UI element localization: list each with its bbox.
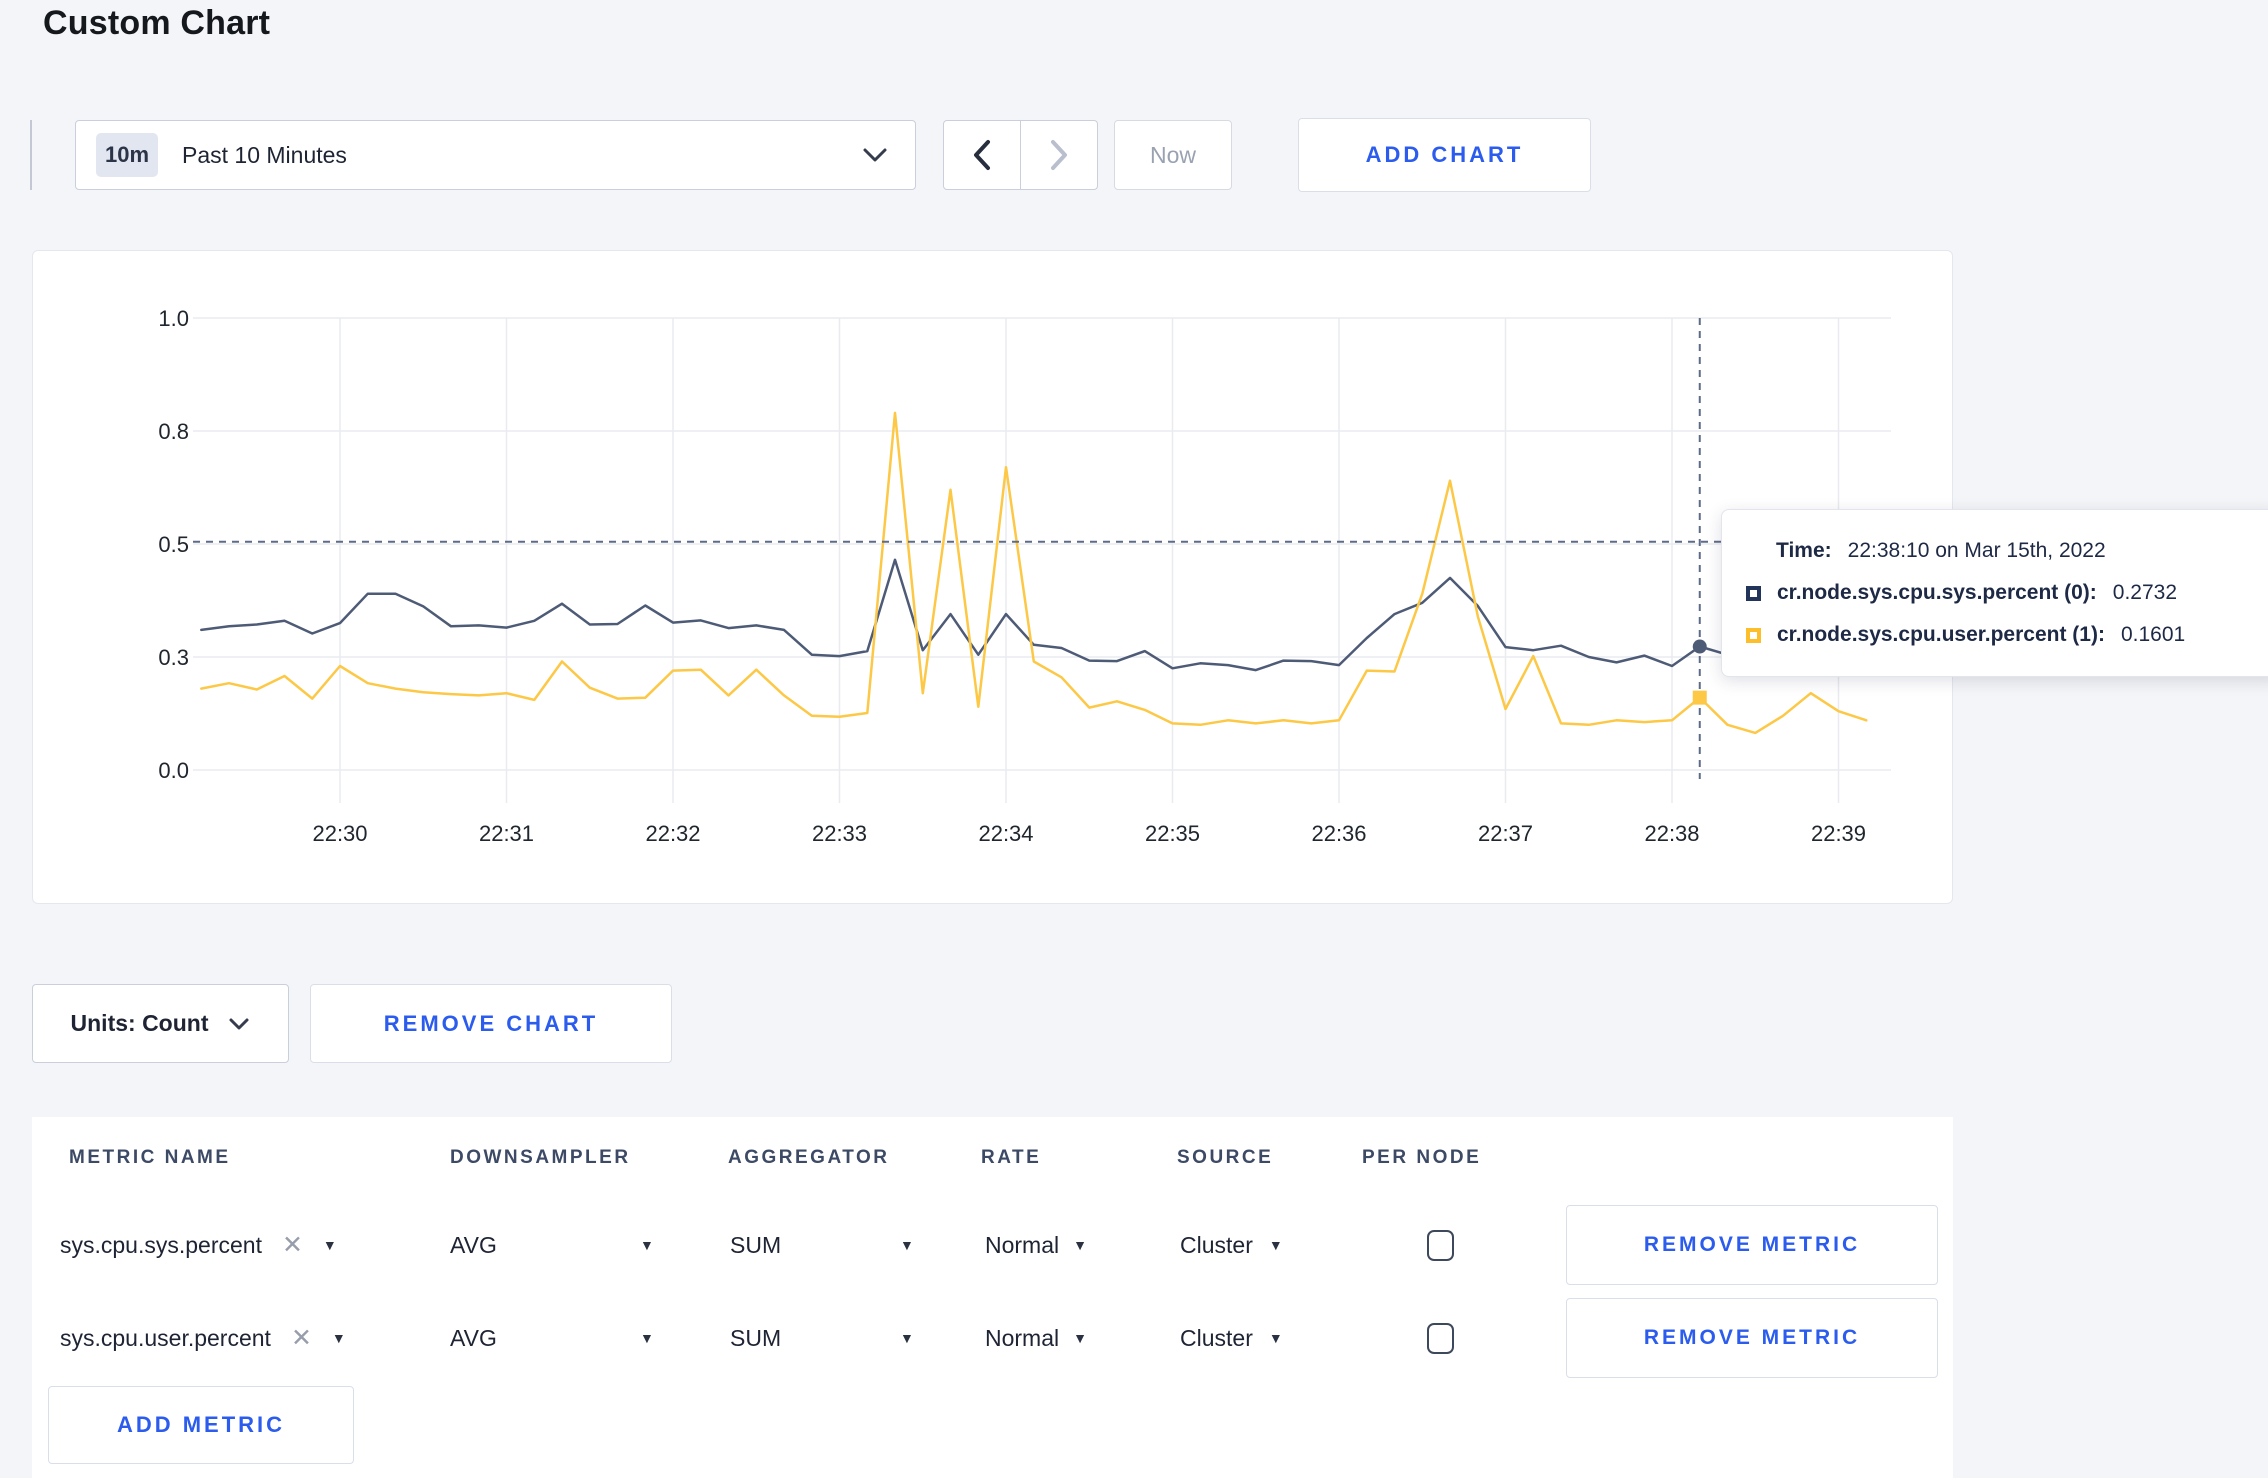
tooltip-series-row: cr.node.sys.cpu.user.percent (1): 0.1601 bbox=[1746, 614, 2268, 656]
x-axis-label: 22:33 bbox=[812, 821, 867, 846]
tooltip-time-value: 22:38:10 on Mar 15th, 2022 bbox=[1847, 539, 2106, 562]
chevron-down-icon bbox=[229, 1018, 249, 1029]
aggregator-dropdown[interactable]: ▼ bbox=[900, 1293, 914, 1383]
tooltip-series-value: 0.1601 bbox=[2120, 623, 2186, 646]
y-axis-label: 0.5 bbox=[158, 532, 189, 557]
source-value: Cluster bbox=[1180, 1324, 1253, 1351]
x-axis-label: 22:36 bbox=[1311, 821, 1366, 846]
rate-dropdown[interactable]: Normal ▼ bbox=[985, 1200, 1087, 1290]
page-title: Custom Chart bbox=[43, 4, 271, 42]
aggregator-value: SUM bbox=[730, 1324, 782, 1351]
caret-down-icon: ▼ bbox=[1268, 1237, 1283, 1253]
x-axis-label: 22:37 bbox=[1478, 821, 1533, 846]
rate-value: Normal bbox=[985, 1324, 1060, 1351]
aggregator-dropdown[interactable]: ▼ bbox=[900, 1200, 914, 1290]
metric-name-value: sys.cpu.sys.percent bbox=[60, 1231, 262, 1258]
metric-name-dropdown[interactable]: sys.cpu.user.percent ✕ ▼ bbox=[60, 1293, 346, 1383]
add-chart-button[interactable]: ADD CHART bbox=[1298, 118, 1591, 192]
y-axis-label: 0.3 bbox=[158, 645, 189, 670]
chart-card: 0.0 0.3 0.5 0.8 1.0 22:30 22:31 22:32 22:33 22:34… bbox=[32, 250, 1953, 904]
units-label: Units: Count bbox=[70, 1010, 209, 1036]
caret-down-icon: ▼ bbox=[331, 1330, 346, 1346]
metric-name-value: sys.cpu.user.percent bbox=[60, 1324, 271, 1351]
source-dropdown[interactable]: Cluster ▼ bbox=[1180, 1293, 1283, 1383]
x-axis-label: 22:32 bbox=[645, 821, 700, 846]
remove-metric-button[interactable]: REMOVE METRIC bbox=[1566, 1205, 1938, 1285]
time-window-badge: 10m bbox=[96, 133, 158, 177]
tooltip-series-name: cr.node.sys.cpu.user.percent (1): bbox=[1777, 623, 2105, 646]
sys-series-swatch-icon bbox=[1746, 585, 1761, 601]
col-header-source: SOURCE bbox=[1177, 1147, 1274, 1168]
caret-down-icon: ▼ bbox=[322, 1237, 337, 1253]
per-node-checkbox[interactable] bbox=[1427, 1322, 1454, 1354]
downsampler-dropdown[interactable]: ▼ bbox=[640, 1293, 654, 1383]
tooltip-time-label: Time: bbox=[1776, 539, 1832, 562]
tooltip-series-value: 0.2732 bbox=[2112, 581, 2178, 604]
remove-metric-button[interactable]: REMOVE METRIC bbox=[1566, 1298, 1938, 1378]
downsampler-dropdown[interactable]: ▼ bbox=[640, 1200, 654, 1290]
tooltip-series-row: cr.node.sys.cpu.sys.percent (0): 0.2732 bbox=[1746, 572, 2268, 614]
toolbar-left-divider bbox=[30, 120, 32, 190]
col-header-downsampler: DOWNSAMPLER bbox=[450, 1147, 631, 1168]
x-axis-label: 22:39 bbox=[1811, 821, 1866, 846]
time-window-dropdown[interactable]: 10m Past 10 Minutes bbox=[75, 120, 916, 190]
y-axis-label: 0.8 bbox=[158, 419, 189, 444]
x-axis-label: 22:38 bbox=[1644, 821, 1699, 846]
x-axis-label: 22:34 bbox=[978, 821, 1033, 846]
chevron-left-icon bbox=[974, 140, 990, 170]
col-header-rate: RATE bbox=[981, 1147, 1042, 1168]
col-header-aggregator: AGGREGATOR bbox=[728, 1147, 890, 1168]
metric-row: sys.cpu.sys.percent ✕ ▼ AVG ▼ SUM ▼ Norm… bbox=[32, 1200, 1953, 1290]
col-header-per-node: PER NODE bbox=[1362, 1147, 1482, 1168]
chevron-down-icon bbox=[863, 148, 887, 162]
y-axis-label: 0.0 bbox=[158, 758, 189, 783]
tooltip-series-name: cr.node.sys.cpu.sys.percent (0): bbox=[1777, 581, 2097, 604]
time-forward-button[interactable] bbox=[1021, 121, 1097, 189]
hover-marker-circle bbox=[1692, 639, 1707, 654]
series-line-1 bbox=[200, 411, 1868, 735]
time-window-label: Past 10 Minutes bbox=[182, 141, 347, 168]
chevron-right-icon bbox=[1051, 140, 1067, 170]
aggregator-value: SUM bbox=[730, 1231, 782, 1258]
x-axis-label: 22:35 bbox=[1145, 821, 1200, 846]
downsampler-value: AVG bbox=[450, 1324, 497, 1351]
time-back-button[interactable] bbox=[944, 121, 1021, 189]
x-axis-label: 22:30 bbox=[312, 821, 367, 846]
caret-down-icon: ▼ bbox=[1073, 1330, 1087, 1346]
add-metric-button[interactable]: ADD METRIC bbox=[48, 1386, 354, 1464]
y-axis-label: 1.0 bbox=[158, 306, 189, 331]
metric-name-dropdown[interactable]: sys.cpu.sys.percent ✕ ▼ bbox=[60, 1200, 337, 1290]
caret-down-icon: ▼ bbox=[1268, 1330, 1283, 1346]
timeseries-chart[interactable]: 0.0 0.3 0.5 0.8 1.0 22:30 22:31 22:32 22:33 22:34… bbox=[33, 251, 1954, 905]
remove-chart-button[interactable]: REMOVE CHART bbox=[310, 984, 672, 1063]
per-node-checkbox[interactable] bbox=[1427, 1229, 1454, 1261]
units-dropdown[interactable]: Units: Count bbox=[32, 984, 289, 1063]
custom-chart-page: Custom Chart 10m Past 10 Minutes Now ADD… bbox=[0, 0, 2268, 1478]
per-node-cell bbox=[1427, 1293, 1454, 1383]
clear-metric-icon[interactable]: ✕ bbox=[282, 1232, 303, 1258]
tooltip-time-row: Time: 22:38:10 on Mar 15th, 2022 bbox=[1746, 530, 2268, 572]
clear-metric-icon[interactable]: ✕ bbox=[291, 1325, 312, 1351]
source-dropdown[interactable]: Cluster ▼ bbox=[1180, 1200, 1283, 1290]
x-axis-label: 22:31 bbox=[479, 821, 534, 846]
caret-down-icon: ▼ bbox=[1073, 1237, 1087, 1253]
chart-tooltip: Time: 22:38:10 on Mar 15th, 2022 cr.node… bbox=[1721, 509, 2268, 677]
per-node-cell bbox=[1427, 1200, 1454, 1290]
time-pager bbox=[943, 120, 1098, 190]
now-button[interactable]: Now bbox=[1114, 120, 1232, 190]
hover-marker-square bbox=[1692, 690, 1707, 705]
rate-value: Normal bbox=[985, 1231, 1060, 1258]
col-header-metric-name: METRIC NAME bbox=[69, 1147, 231, 1168]
downsampler-value: AVG bbox=[450, 1231, 497, 1258]
metric-row: sys.cpu.user.percent ✕ ▼ AVG ▼ SUM ▼ Nor… bbox=[32, 1293, 1953, 1383]
rate-dropdown[interactable]: Normal ▼ bbox=[985, 1293, 1087, 1383]
source-value: Cluster bbox=[1180, 1231, 1253, 1258]
user-series-swatch-icon bbox=[1746, 627, 1761, 643]
